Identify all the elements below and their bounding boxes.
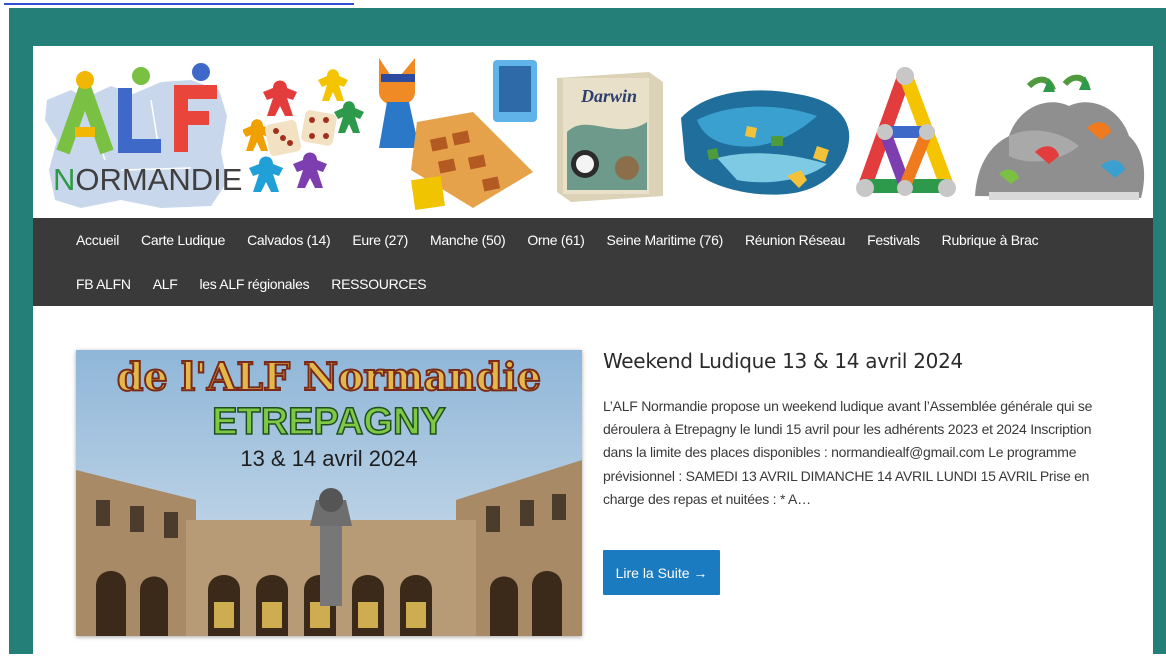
post-title[interactable]: Weekend Ludique 13 & 14 avril 2024 xyxy=(603,349,963,373)
darwin-game-box-image: Darwin xyxy=(557,72,663,202)
header-banner: NORMANDIE Darwin xyxy=(33,46,1153,218)
nav-item-orne[interactable]: Orne (61) xyxy=(516,232,595,248)
nav-item-carte-ludique[interactable]: Carte Ludique xyxy=(130,232,236,248)
puzzle-pieces-image xyxy=(677,80,853,198)
nav-item-alf[interactable]: ALF xyxy=(142,276,189,292)
nav-item-manche[interactable]: Manche (50) xyxy=(419,232,516,248)
page-frame: NORMANDIE Darwin Accueil Carte Ludique C… xyxy=(9,8,1166,662)
nav-item-calvados[interactable]: Calvados (14) xyxy=(236,232,341,248)
dinosaur-playset-image xyxy=(969,66,1149,206)
top-strip xyxy=(0,0,1166,8)
nav-row-1: Accueil Carte Ludique Calvados (14) Eure… xyxy=(65,218,1049,262)
meeples-dice-image xyxy=(242,68,367,200)
nav-item-eure[interactable]: Eure (27) xyxy=(341,232,419,248)
image-caption-line1: de l'ALF Normandie xyxy=(117,354,541,399)
darwin-box-title: Darwin xyxy=(581,86,638,106)
nav-item-seine-maritime[interactable]: Seine Maritime (76) xyxy=(596,232,734,248)
site-logo[interactable]: NORMANDIE xyxy=(41,60,242,210)
main-navigation: Accueil Carte Ludique Calvados (14) Eure… xyxy=(33,218,1153,306)
nav-item-ressources[interactable]: RESSOURCES xyxy=(320,276,437,292)
logo-wordmark: NORMANDIE xyxy=(53,162,243,197)
nav-item-fb-alfn[interactable]: FB ALFN xyxy=(65,276,142,292)
etrepagny-building-image: de l'ALF Normandie ETREPAGNY 13 & 14 avr… xyxy=(76,350,582,636)
magnetic-sticks-image xyxy=(851,66,959,206)
dice-icon xyxy=(264,110,337,157)
nav-item-rubrique-a-brac[interactable]: Rubrique à Brac xyxy=(931,232,1050,248)
nav-item-accueil[interactable]: Accueil xyxy=(65,232,130,248)
read-more-button[interactable]: Lire la Suite → xyxy=(603,550,720,595)
post-thumbnail[interactable]: de l'ALF Normandie ETREPAGNY 13 & 14 avr… xyxy=(76,350,582,636)
nav-item-reunion-reseau[interactable]: Réunion Réseau xyxy=(734,232,856,248)
image-caption-line2: ETREPAGNY xyxy=(212,401,446,443)
nav-item-alf-regionales[interactable]: les ALF régionales xyxy=(188,276,320,292)
fox-mascot-image xyxy=(373,52,543,212)
image-caption-line3: 13 & 14 avril 2024 xyxy=(240,446,417,471)
page-container: NORMANDIE Darwin Accueil Carte Ludique C… xyxy=(33,46,1153,662)
skip-link[interactable] xyxy=(4,3,354,5)
post-excerpt: L’ALF Normandie propose un weekend ludiq… xyxy=(603,398,1093,507)
nav-row-2: FB ALFN ALF les ALF régionales RESSOURCE… xyxy=(65,262,437,306)
nav-item-festivals[interactable]: Festivals xyxy=(856,232,931,248)
